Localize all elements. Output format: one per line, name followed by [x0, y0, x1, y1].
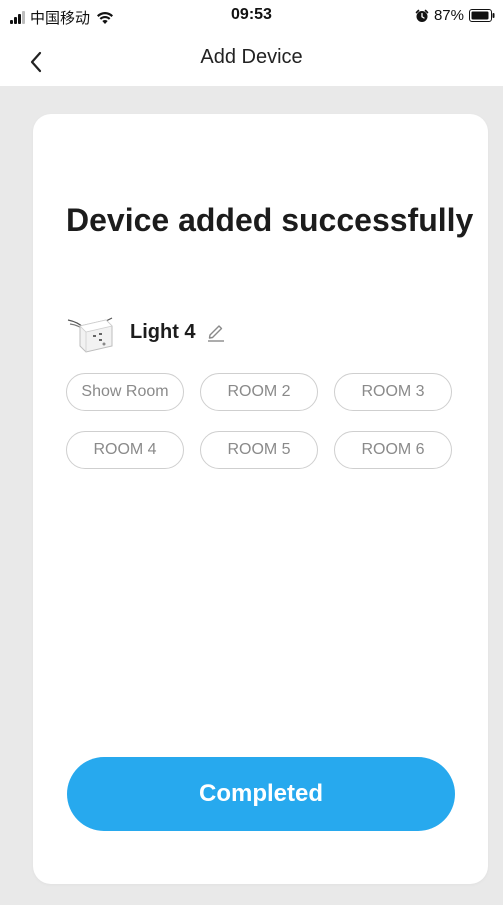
battery-percent: 87% [433, 7, 464, 24]
room-chip-room-2[interactable]: ROOM 2 [200, 373, 318, 411]
room-chip-room-6[interactable]: ROOM 6 [334, 431, 452, 469]
success-headline: Device added successfully [66, 202, 474, 238]
alarm-icon [415, 9, 429, 22]
room-chip-room-3[interactable]: ROOM 3 [334, 373, 452, 411]
room-chip-room-5[interactable]: ROOM 5 [200, 431, 318, 469]
completed-button[interactable]: Completed [67, 757, 455, 831]
battery-icon [469, 9, 495, 22]
room-chip-show-room[interactable]: Show Room [66, 373, 184, 411]
device-name: Light 4 [130, 320, 196, 343]
nav-bar: Add Device [0, 36, 503, 86]
device-row: Light 4 [66, 308, 226, 356]
status-bar: 中国移动 09:53 87% [0, 0, 503, 36]
page-title: Add Device [200, 46, 303, 68]
result-card: Device added successfully Light 4 Show R… [33, 114, 488, 884]
status-right: 87% [415, 7, 495, 24]
device-module-icon [67, 317, 113, 353]
room-chip-room-4[interactable]: ROOM 4 [66, 431, 184, 469]
edit-pencil-icon[interactable] [206, 322, 226, 342]
